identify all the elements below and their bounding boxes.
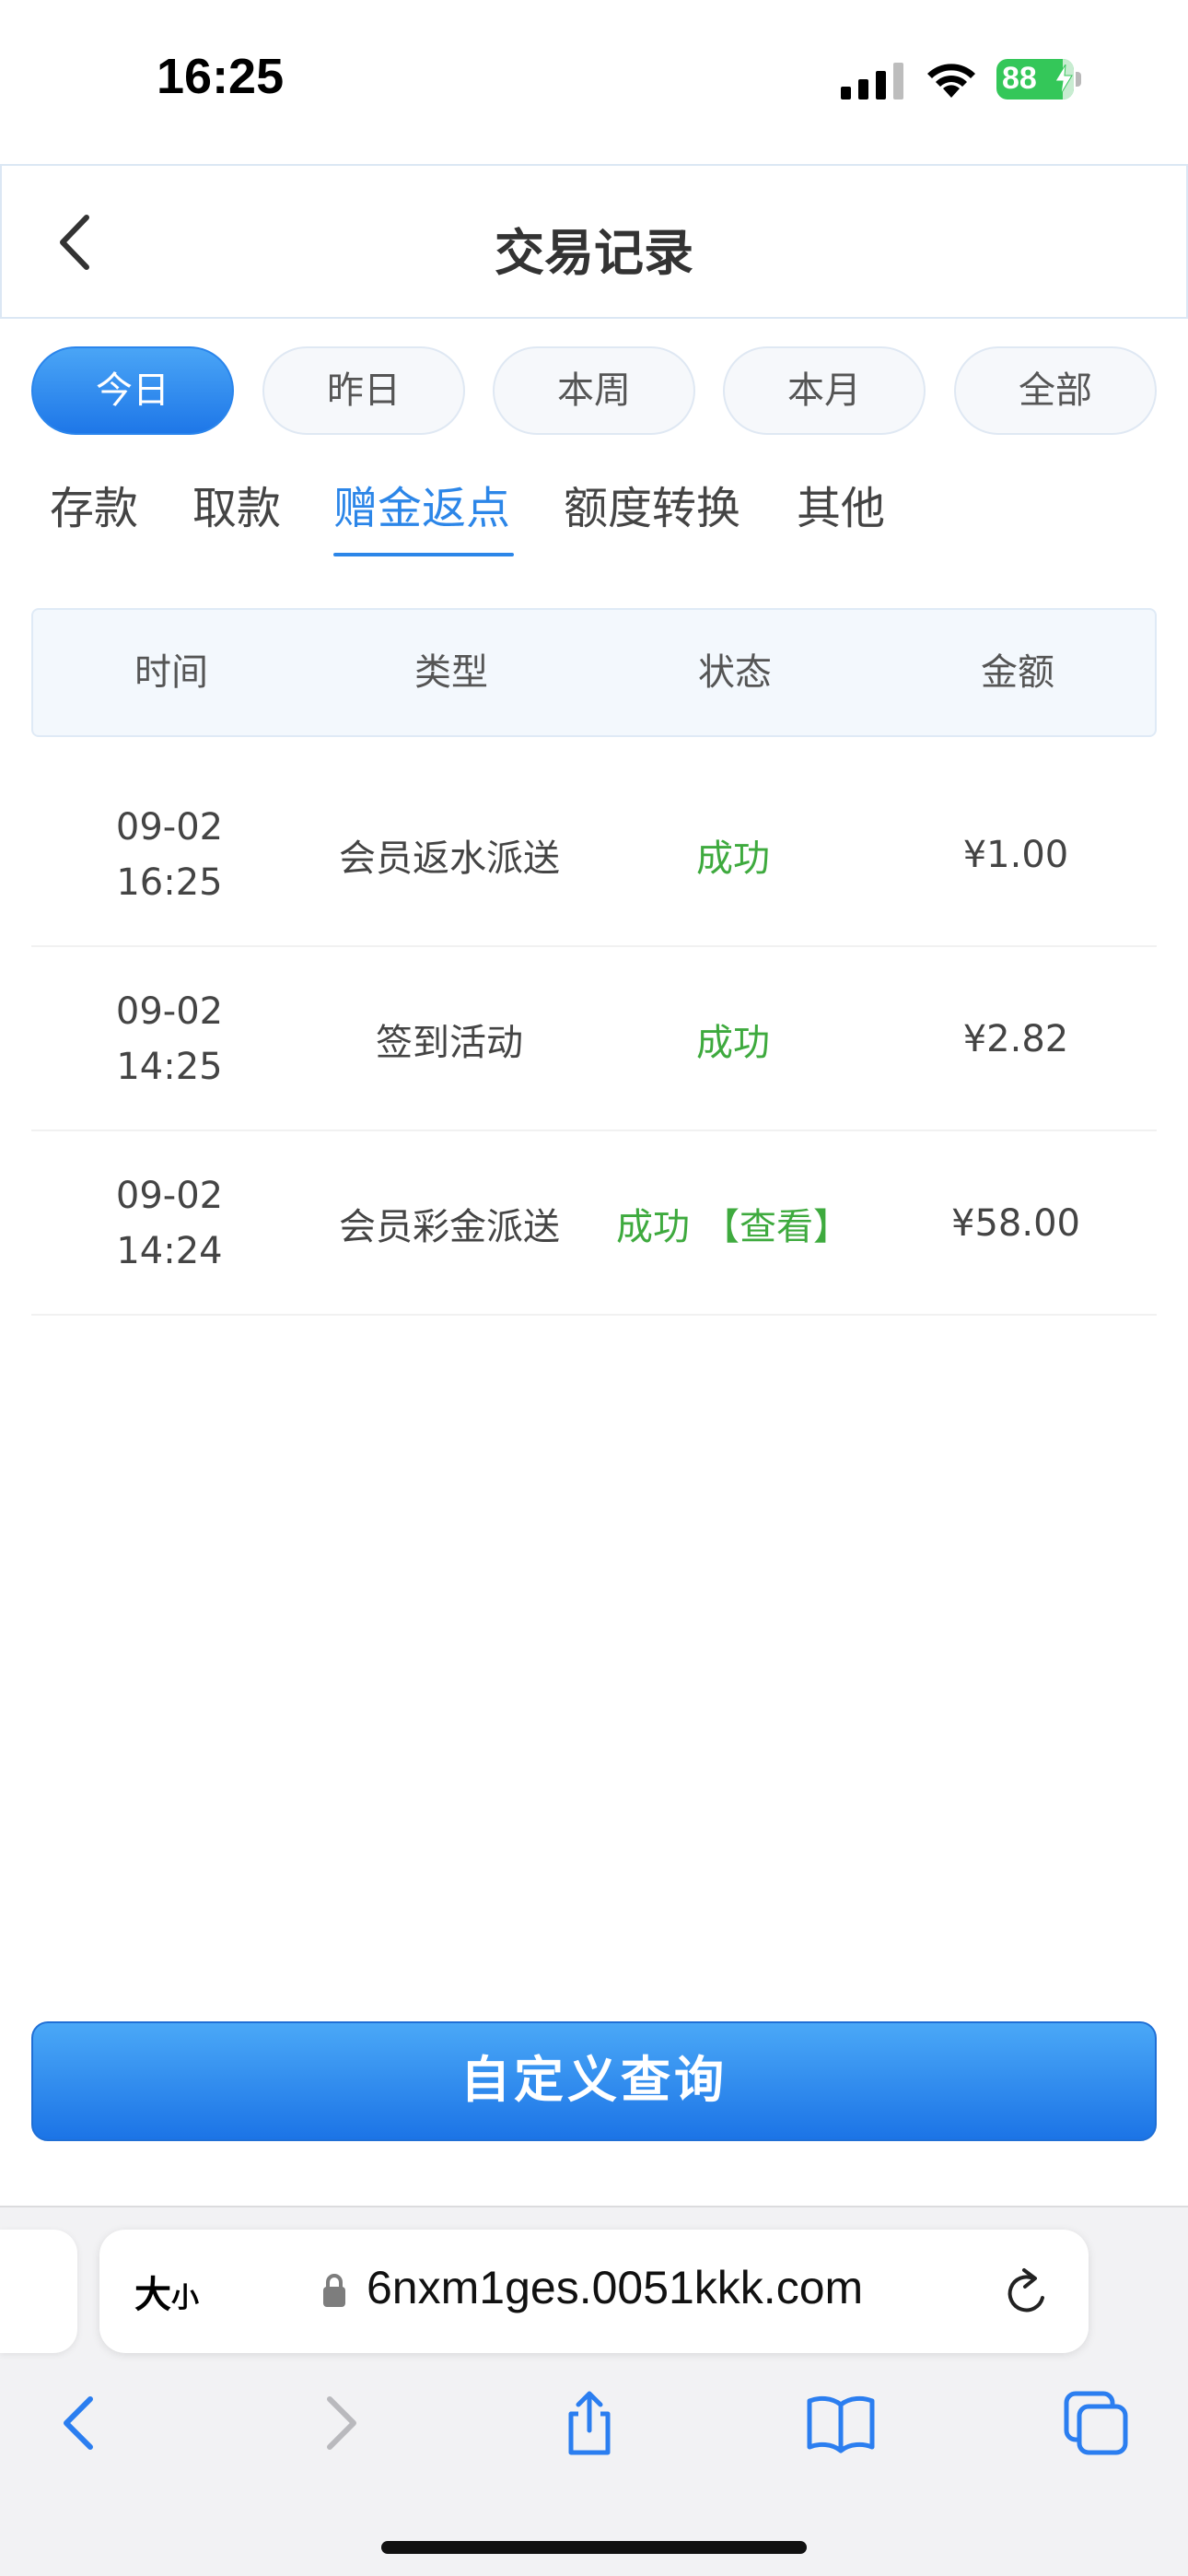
status-cell: 成功 【查看】 <box>591 1131 875 1316</box>
custom-query-button[interactable]: 自定义查询 <box>31 2021 1157 2141</box>
active-tab-indicator <box>333 553 514 556</box>
status-time: 16:25 <box>157 49 285 104</box>
row-date: 09-02 <box>115 990 224 1033</box>
status-cell: 成功 <box>696 1022 770 1064</box>
tab-credit-transfer[interactable]: 额度转换 <box>564 479 740 553</box>
address-bar[interactable]: 大小 6nxm1ges.0051kkk.com <box>99 2230 1089 2353</box>
battery-level: 88 <box>1002 61 1037 96</box>
home-indicator <box>381 2541 807 2554</box>
period-this-month[interactable]: 本月 <box>723 346 926 435</box>
type-cell: 签到活动 <box>376 1022 523 1064</box>
tab-other[interactable]: 其他 <box>797 479 885 553</box>
bookmarks-icon[interactable] <box>804 2386 878 2460</box>
period-this-week[interactable]: 本周 <box>493 346 695 435</box>
browser-back-icon[interactable] <box>44 2386 118 2460</box>
period-yesterday[interactable]: 昨日 <box>262 346 465 435</box>
period-all[interactable]: 全部 <box>954 346 1157 435</box>
column-header-amount: 金额 <box>981 651 1054 694</box>
type-cell: 会员彩金派送 <box>339 1206 560 1248</box>
status-bar: 16:25 88 <box>0 0 1188 164</box>
amount-cell: ¥2.82 <box>962 1018 1069 1060</box>
table-header: 时间 类型 状态 金额 <box>31 608 1157 737</box>
text-size-small-label: 小 <box>171 2282 199 2314</box>
tab-deposit[interactable]: 存款 <box>50 479 138 553</box>
text-size-button[interactable]: 大小 <box>134 2265 199 2318</box>
period-today[interactable]: 今日 <box>31 346 234 435</box>
status-text: 成功 <box>616 1206 690 1248</box>
battery-icon: 88 <box>996 59 1083 100</box>
row-time: 14:24 <box>116 1230 223 1272</box>
browser-forward-icon[interactable] <box>302 2386 376 2460</box>
column-header-type: 类型 <box>414 651 488 694</box>
previous-tab-preview[interactable] <box>0 2230 77 2353</box>
tab-withdraw[interactable]: 取款 <box>192 479 281 553</box>
row-time: 16:25 <box>116 861 223 904</box>
page-title: 交易记录 <box>495 224 693 282</box>
lock-icon <box>323 2274 345 2307</box>
time-cell: 09-02 16:25 <box>31 763 308 947</box>
column-header-status: 状态 <box>698 651 772 694</box>
table-row: 09-02 14:25 签到活动 成功 ¥2.82 <box>31 947 1157 1131</box>
view-details-link[interactable]: 【查看】 <box>703 1197 850 1250</box>
row-date: 09-02 <box>115 1175 224 1217</box>
url-text: 6nxm1ges.0051kkk.com <box>367 2262 864 2313</box>
wifi-icon <box>927 64 975 98</box>
text-size-big-label: 大 <box>134 2274 171 2316</box>
charging-bolt-icon <box>1054 64 1073 94</box>
amount-cell: ¥58.00 <box>951 1202 1080 1245</box>
type-cell: 会员返水派送 <box>339 837 560 880</box>
time-cell: 09-02 14:24 <box>31 1131 308 1316</box>
share-icon[interactable] <box>553 2386 626 2460</box>
row-date: 09-02 <box>115 806 224 849</box>
tabs-icon[interactable] <box>1059 2386 1133 2460</box>
tab-bonus-rebate[interactable]: 赠金返点 <box>333 479 510 553</box>
time-cell: 09-02 14:25 <box>31 947 308 1131</box>
page-header: 交易记录 <box>0 164 1188 319</box>
amount-cell: ¥1.00 <box>962 834 1069 876</box>
cellular-signal-icon <box>841 63 903 100</box>
status-cell: 成功 <box>696 837 770 880</box>
table-row: 09-02 14:24 会员彩金派送 成功 【查看】 ¥58.00 <box>31 1131 1157 1316</box>
reload-icon[interactable] <box>1002 2265 1054 2320</box>
table-row: 09-02 16:25 会员返水派送 成功 ¥1.00 <box>31 763 1157 947</box>
column-header-time: 时间 <box>134 651 208 694</box>
row-time: 14:25 <box>116 1046 223 1088</box>
